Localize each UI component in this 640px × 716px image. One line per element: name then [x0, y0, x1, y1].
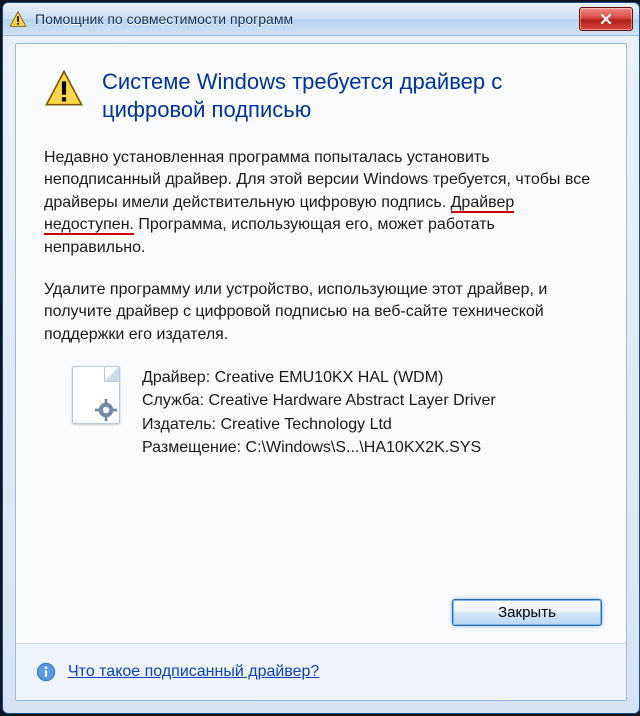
dialog-window: Помощник по совместимости программ Систе…	[2, 2, 640, 714]
info-icon	[36, 662, 56, 682]
highlighted-text: недоступен.	[44, 216, 134, 235]
close-icon	[600, 14, 612, 24]
titlebar: Помощник по совместимости программ	[3, 3, 639, 36]
message-paragraph-2: Удалите программу или устройство, исполь…	[44, 279, 598, 346]
close-window-button[interactable]	[579, 7, 633, 31]
window-title: Помощник по совместимости программ	[35, 11, 293, 27]
dialog-heading: Системе Windows требуется драйвер с цифр…	[102, 68, 598, 123]
file-icon	[72, 366, 120, 424]
content-panel: Системе Windows требуется драйвер с цифр…	[15, 43, 627, 701]
driver-details: Драйвер: Creative EMU10KX HAL (WDM) Служ…	[72, 366, 598, 459]
gear-icon	[95, 399, 117, 421]
close-button[interactable]: Закрыть	[452, 599, 602, 626]
footer-bar: Что такое подписанный драйвер?	[16, 643, 626, 700]
warning-icon	[9, 10, 27, 28]
location-line: Размещение: C:\Windows\S...\HA10KX2K.SYS	[142, 436, 496, 459]
help-link[interactable]: Что такое подписанный драйвер?	[68, 663, 319, 681]
service-line: Служба: Creative Hardware Abstract Layer…	[142, 389, 496, 412]
warning-icon	[44, 68, 84, 108]
highlighted-text: Драйвер	[451, 194, 515, 213]
message-paragraph-1: Недавно установленная программа попытала…	[44, 147, 598, 259]
driver-line: Драйвер: Creative EMU10KX HAL (WDM)	[142, 366, 496, 389]
publisher-line: Издатель: Creative Technology Ltd	[142, 413, 496, 436]
